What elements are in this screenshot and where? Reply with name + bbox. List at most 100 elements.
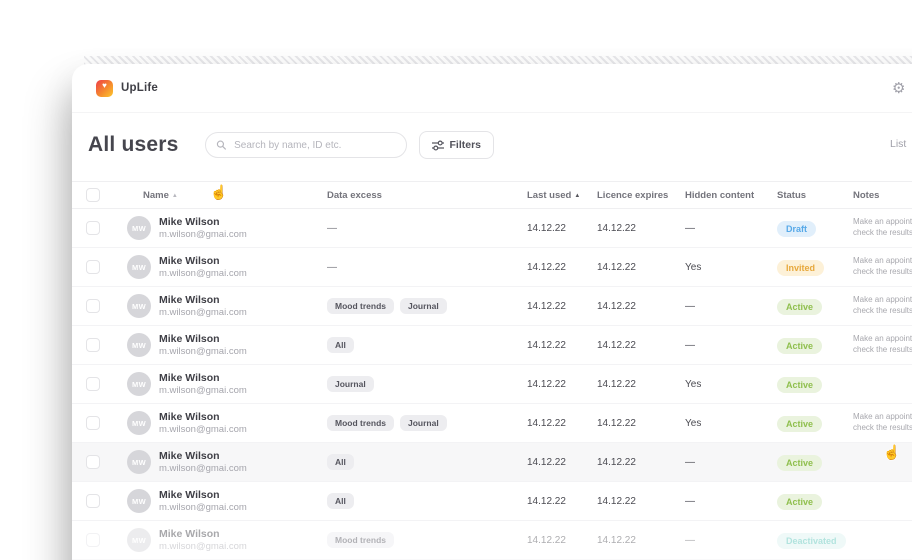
- tag-pill: Mood trends: [327, 415, 394, 431]
- table-row[interactable]: MW Mike Wilson m.wilson@gmai.com All 14.…: [72, 326, 912, 365]
- last-used-value: 14.12.22: [527, 261, 566, 273]
- tag-pill: All: [327, 454, 354, 470]
- table-row[interactable]: MW Mike Wilson m.wilson@gmai.com Mood tr…: [72, 404, 912, 443]
- status-badge: Active: [777, 377, 823, 393]
- filters-button[interactable]: Filters: [418, 131, 495, 159]
- user-cell: MW Mike Wilson m.wilson@gmai.com: [127, 489, 327, 513]
- user-email: m.wilson@gmai.com: [159, 502, 247, 513]
- row-checkbox[interactable]: [86, 221, 100, 235]
- last-used-value: 14.12.22: [527, 456, 566, 468]
- data-excess-tags: Mood trends: [327, 532, 527, 548]
- table-row[interactable]: MW Mike Wilson m.wilson@gmai.com All 14.…: [72, 482, 912, 521]
- empty-value: —: [327, 222, 337, 234]
- table-row[interactable]: MW Mike Wilson m.wilson@gmai.com Mood tr…: [72, 521, 912, 560]
- row-checkbox[interactable]: [86, 533, 100, 547]
- user-email: m.wilson@gmai.com: [159, 463, 247, 474]
- column-header-hidden-content: Hidden content: [685, 189, 755, 201]
- licence-expires-value: 14.12.22: [597, 300, 636, 312]
- avatar: MW: [127, 333, 151, 357]
- top-bar: UpLife ⚙: [72, 64, 912, 113]
- table-header: Name ▲ Data excess Last used ▲ Licence exp…: [72, 181, 912, 209]
- user-name: Mike Wilson: [159, 450, 220, 462]
- user-name: Mike Wilson: [159, 489, 220, 501]
- tag-pill: Mood trends: [327, 532, 394, 548]
- tag-pill: All: [327, 493, 354, 509]
- tag-pill: Journal: [327, 376, 374, 392]
- user-name: Mike Wilson: [159, 294, 220, 306]
- notes-text: Make an appointmentcheck the results: [853, 295, 912, 315]
- row-checkbox[interactable]: [86, 416, 100, 430]
- table-row[interactable]: MW Mike Wilson m.wilson@gmai.com — 14.12…: [72, 209, 912, 248]
- user-name: Mike Wilson: [159, 333, 220, 345]
- licence-expires-value: 14.12.22: [597, 222, 636, 234]
- table-row[interactable]: MW Mike Wilson m.wilson@gmai.com Mood tr…: [72, 287, 912, 326]
- list-toggle-label[interactable]: List: [890, 138, 906, 150]
- user-name: Mike Wilson: [159, 216, 220, 228]
- notes-text: Make an appointmentcheck the results: [853, 217, 912, 237]
- data-excess-tags: —: [327, 223, 527, 234]
- licence-expires-value: 14.12.22: [597, 339, 636, 351]
- avatar: MW: [127, 372, 151, 396]
- hidden-content-value: Yes: [685, 261, 702, 273]
- user-cell: MW Mike Wilson m.wilson@gmai.com: [127, 411, 327, 435]
- last-used-value: 14.12.22: [527, 534, 566, 546]
- column-header-last-used[interactable]: Last used ▲: [527, 190, 597, 201]
- brand-name: UpLife: [121, 82, 158, 94]
- notes-text: Make an appointmentcheck the results: [853, 412, 912, 432]
- search-input[interactable]: [232, 138, 396, 152]
- data-excess-tags: Mood trends Journal: [327, 298, 527, 314]
- user-email: m.wilson@gmai.com: [159, 268, 247, 279]
- hidden-content-value: —: [685, 339, 695, 351]
- user-email: m.wilson@gmai.com: [159, 385, 247, 396]
- user-cell: MW Mike Wilson m.wilson@gmai.com: [127, 216, 327, 240]
- user-email: m.wilson@gmai.com: [159, 541, 247, 552]
- page-header: All users Filters List: [72, 113, 912, 175]
- table-row[interactable]: MW Mike Wilson m.wilson@gmai.com Journal…: [72, 365, 912, 404]
- settings-gear-icon[interactable]: ⚙: [892, 79, 905, 97]
- sort-asc-icon: ▲: [574, 192, 581, 199]
- hidden-content-value: —: [685, 456, 695, 468]
- user-email: m.wilson@gmai.com: [159, 424, 247, 435]
- search-box[interactable]: [204, 132, 407, 158]
- licence-expires-value: 14.12.22: [597, 534, 636, 546]
- last-used-value: 14.12.22: [527, 339, 566, 351]
- avatar: MW: [127, 411, 151, 435]
- tag-pill: Journal: [400, 415, 447, 431]
- status-badge: Deactivated: [777, 533, 846, 549]
- table-row[interactable]: MW Mike Wilson m.wilson@gmai.com — 14.12…: [72, 248, 912, 287]
- status-badge: Active: [777, 338, 823, 354]
- user-cell: MW Mike Wilson m.wilson@gmai.com: [127, 333, 327, 357]
- data-excess-tags: —: [327, 262, 527, 273]
- data-excess-tags: Mood trends Journal: [327, 415, 527, 431]
- row-checkbox[interactable]: [86, 299, 100, 313]
- row-checkbox[interactable]: [86, 494, 100, 508]
- status-badge: Active: [777, 416, 823, 432]
- row-checkbox[interactable]: [86, 377, 100, 391]
- last-used-value: 14.12.22: [527, 495, 566, 507]
- user-email: m.wilson@gmai.com: [159, 229, 247, 240]
- data-excess-tags: Journal: [327, 376, 527, 392]
- avatar: MW: [127, 450, 151, 474]
- tag-pill: All: [327, 337, 354, 353]
- row-checkbox[interactable]: [86, 455, 100, 469]
- status-badge: Active: [777, 455, 823, 471]
- row-checkbox[interactable]: [86, 260, 100, 274]
- licence-expires-value: 14.12.22: [597, 417, 636, 429]
- avatar: MW: [127, 216, 151, 240]
- user-name: Mike Wilson: [159, 528, 220, 540]
- licence-expires-value: 14.12.22: [597, 261, 636, 273]
- last-used-value: 14.12.22: [527, 222, 566, 234]
- filters-icon: [431, 140, 444, 150]
- hidden-content-value: Yes: [685, 378, 702, 390]
- search-icon: [216, 140, 226, 150]
- notes-text: Make an appointmentcheck the results: [853, 334, 912, 354]
- user-email: m.wilson@gmai.com: [159, 307, 247, 318]
- avatar: MW: [127, 528, 151, 552]
- row-checkbox[interactable]: [86, 338, 100, 352]
- column-header-notes: Notes: [853, 189, 880, 201]
- select-all-checkbox[interactable]: [86, 188, 100, 202]
- avatar: MW: [127, 489, 151, 513]
- page-title: All users: [88, 133, 179, 156]
- column-header-data-excess: Data excess: [327, 189, 382, 201]
- table-row[interactable]: MW Mike Wilson m.wilson@gmai.com All 14.…: [72, 443, 912, 482]
